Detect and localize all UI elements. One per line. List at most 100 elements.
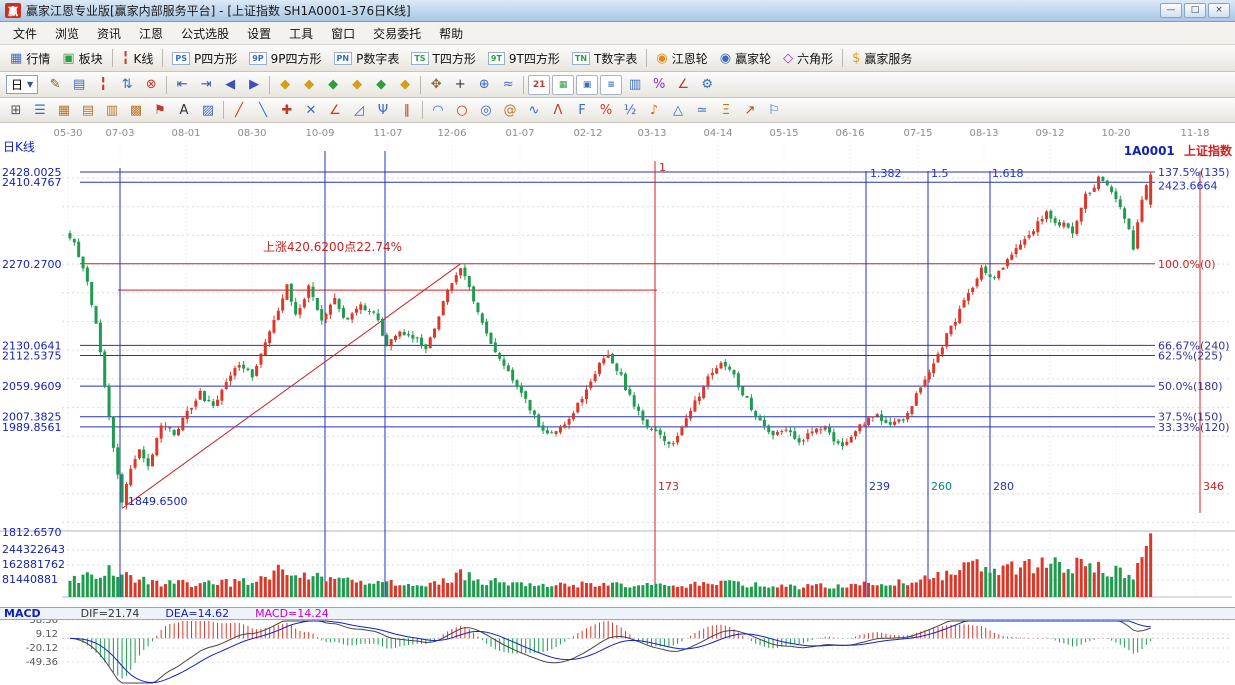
- 9t-square-button[interactable]: 9T9T四方形: [482, 47, 566, 69]
- svg-text:05-15: 05-15: [769, 128, 798, 139]
- toolbar-separator: [112, 49, 113, 67]
- report-icon[interactable]: ≡: [600, 75, 622, 95]
- indicator-name[interactable]: MACD: [4, 608, 41, 619]
- price-grid-icon[interactable]: ▤: [77, 100, 99, 120]
- ratio-icon[interactable]: ½: [619, 100, 641, 120]
- menu-formula-picker[interactable]: 公式选股: [172, 22, 238, 45]
- winner-wheel-label: 赢家轮: [735, 50, 771, 67]
- spiral-icon[interactable]: @: [499, 100, 521, 120]
- period-selector[interactable]: 日▼: [6, 75, 38, 94]
- svg-text:上涨420.6200点22.74%: 上涨420.6200点22.74%: [263, 239, 402, 254]
- triangle-icon[interactable]: △: [667, 100, 689, 120]
- fibonacci-icon[interactable]: F: [571, 100, 593, 120]
- calendar-icon[interactable]: ▦: [552, 75, 574, 95]
- svg-text:346: 346: [1203, 480, 1224, 493]
- gann-diamond-icon-3[interactable]: ◆: [322, 75, 344, 95]
- minimize-button[interactable]: —: [1160, 3, 1182, 18]
- percent-line-icon[interactable]: %: [595, 100, 617, 120]
- kline-button[interactable]: ╏K线: [116, 47, 160, 69]
- zigzag-icon[interactable]: Λ: [547, 100, 569, 120]
- delete-icon[interactable]: ⊗: [140, 75, 162, 95]
- pan-hand-icon[interactable]: ✥: [425, 75, 447, 95]
- p-square-label: P四方形: [194, 50, 237, 67]
- arc-icon[interactable]: ◠: [427, 100, 449, 120]
- gann-wheel-button[interactable]: ◉江恩轮: [650, 47, 713, 69]
- hline-grid-icon[interactable]: ☰: [29, 100, 51, 120]
- gann-diamond-icon-2[interactable]: ◆: [298, 75, 320, 95]
- menu-browse[interactable]: 浏览: [46, 22, 88, 45]
- x-line-icon[interactable]: ✕: [300, 100, 322, 120]
- t-square-button[interactable]: TST四方形: [405, 47, 482, 69]
- layers-icon[interactable]: ▥: [624, 75, 646, 95]
- gann-diamond-icon-1[interactable]: ◆: [274, 75, 296, 95]
- menu-window[interactable]: 窗口: [322, 22, 364, 45]
- pitchfork-icon[interactable]: Ψ: [372, 100, 394, 120]
- maximize-button[interactable]: □: [1184, 3, 1206, 18]
- mini-candle-icon[interactable]: ╏: [92, 75, 114, 95]
- info-panel-icon[interactable]: ▤: [68, 75, 90, 95]
- close-button[interactable]: ×: [1208, 3, 1230, 18]
- down-line-icon[interactable]: ╲: [252, 100, 274, 120]
- first-page-icon[interactable]: ⇤: [171, 75, 193, 95]
- note-icon[interactable]: ♪: [643, 100, 665, 120]
- gann-fan-icon[interactable]: ◿: [348, 100, 370, 120]
- zoom-icon[interactable]: ⊕: [473, 75, 495, 95]
- menu-file[interactable]: 文件: [4, 22, 46, 45]
- gann-diamond-icon-5[interactable]: ◆: [370, 75, 392, 95]
- t-square-icon: TS: [411, 52, 428, 65]
- next-bar-icon[interactable]: ▶: [243, 75, 265, 95]
- t-number-table-button[interactable]: TNT数字表: [566, 47, 644, 69]
- chart-panel-icon[interactable]: ▣: [576, 75, 598, 95]
- menu-gann[interactable]: 江恩: [130, 22, 172, 45]
- gann-diamond-icon-6[interactable]: ◆: [394, 75, 416, 95]
- winner-wheel-button[interactable]: ◉赢家轮: [714, 47, 777, 69]
- svg-text:100.0%(0): 100.0%(0): [1158, 258, 1216, 271]
- label-tool-icon[interactable]: ⚑: [149, 100, 171, 120]
- menu-trade[interactable]: 交易委托: [364, 22, 430, 45]
- wave-icon[interactable]: ∿: [523, 100, 545, 120]
- angle-icon[interactable]: ∠: [672, 75, 694, 95]
- p-square-button[interactable]: PSP四方形: [166, 47, 243, 69]
- stock-pick-icon[interactable]: ✎: [44, 75, 66, 95]
- sectors-button[interactable]: ▣板块: [56, 47, 108, 69]
- grid-tool-icon[interactable]: ⊞: [5, 100, 27, 120]
- menu-help[interactable]: 帮助: [430, 22, 472, 45]
- day-counter-icon[interactable]: 21: [528, 75, 550, 95]
- svg-text:09-12: 09-12: [1035, 128, 1064, 139]
- 9p-square-button[interactable]: 9P9P四方形: [243, 47, 327, 69]
- crosshair-icon[interactable]: +: [449, 75, 471, 95]
- last-page-icon[interactable]: ⇥: [195, 75, 217, 95]
- hexagon-button[interactable]: ◇六角形: [777, 47, 839, 69]
- square-grid-icon[interactable]: ▩: [125, 100, 147, 120]
- cross-line-icon[interactable]: ✚: [276, 100, 298, 120]
- macd-header: MACD DIF=21.74 DEA=14.62 MACD=14.24: [0, 607, 1235, 620]
- menu-news[interactable]: 资讯: [88, 22, 130, 45]
- cycle-icon[interactable]: ◎: [475, 100, 497, 120]
- swap-vertical-icon[interactable]: ⇅: [116, 75, 138, 95]
- prev-bar-icon[interactable]: ◀: [219, 75, 241, 95]
- regression-icon[interactable]: ≃: [691, 100, 713, 120]
- angle-line-icon[interactable]: ∠: [324, 100, 346, 120]
- settings-icon[interactable]: ⚙: [696, 75, 718, 95]
- svg-text:162881762: 162881762: [2, 558, 65, 571]
- gann-diamond-icon-4[interactable]: ◆: [346, 75, 368, 95]
- channel-icon[interactable]: ∥: [396, 100, 418, 120]
- flag-mark-icon[interactable]: ⚐: [763, 100, 785, 120]
- winner-service-button[interactable]: $赢家服务: [846, 47, 918, 69]
- wave-tool-icon[interactable]: ≈: [497, 75, 519, 95]
- percent-icon[interactable]: %: [648, 75, 670, 95]
- arrow-mark-icon[interactable]: ↗: [739, 100, 761, 120]
- dense-grid-icon[interactable]: ▦: [53, 100, 75, 120]
- chart-area: 05-3007-0308-0108-3010-0911-0712-0601-07…: [0, 123, 1235, 685]
- menu-settings[interactable]: 设置: [238, 22, 280, 45]
- hatch-icon[interactable]: ▨: [197, 100, 219, 120]
- time-grid-icon[interactable]: ▥: [101, 100, 123, 120]
- band-icon[interactable]: Ξ: [715, 100, 737, 120]
- main-chart-canvas[interactable]: 05-3007-0308-0108-3010-0911-0712-0601-07…: [0, 123, 1235, 685]
- market-quotes-button[interactable]: ▦行情: [4, 47, 56, 69]
- trend-line-icon[interactable]: ╱: [228, 100, 250, 120]
- menu-tools[interactable]: 工具: [280, 22, 322, 45]
- text-tool-icon[interactable]: A: [173, 100, 195, 120]
- p-number-table-button[interactable]: PNP数字表: [328, 47, 406, 69]
- circle-icon[interactable]: ○: [451, 100, 473, 120]
